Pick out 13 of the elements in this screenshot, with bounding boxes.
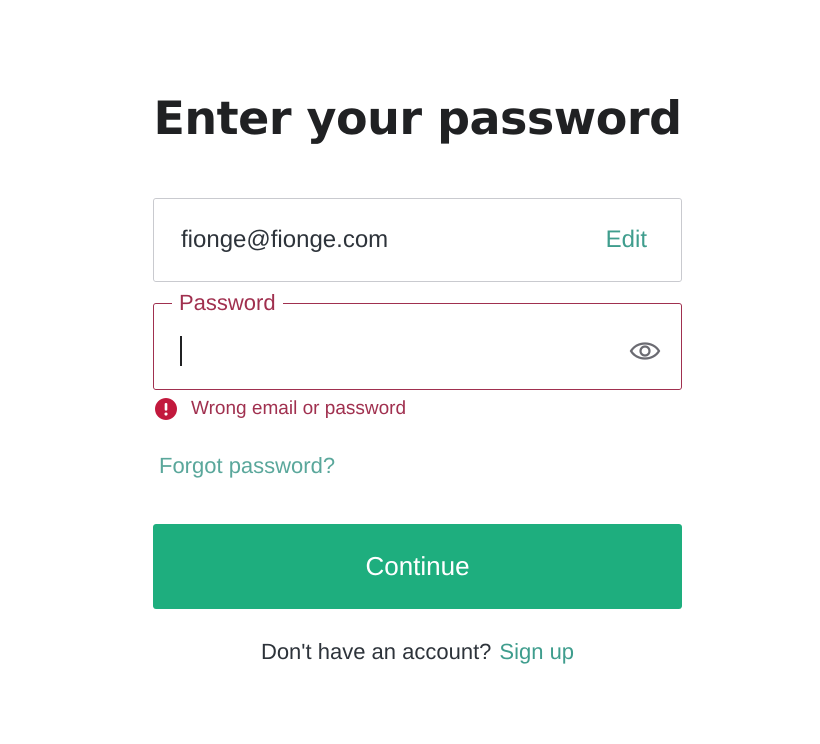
error-icon: [155, 398, 177, 420]
field-label: Password: [178, 290, 277, 316]
sign-up-link[interactable]: Sign up: [499, 639, 574, 665]
signup-prompt: Don't have an account?: [260, 639, 492, 665]
forgot-password-link[interactable]: Forgot password?: [159, 453, 336, 479]
edit-link[interactable]: Edit: [606, 226, 647, 254]
eye-icon[interactable]: [629, 340, 661, 362]
email-field[interactable]: fionge@fionge.com Edit: [153, 198, 682, 282]
error-message: Wrong email or password: [191, 398, 406, 420]
page-heading: Enter your password: [153, 90, 682, 147]
continue-button[interactable]: Continue: [153, 524, 682, 609]
email-value: fionge@fionge.com: [181, 226, 388, 254]
text-cursor: [180, 336, 182, 366]
